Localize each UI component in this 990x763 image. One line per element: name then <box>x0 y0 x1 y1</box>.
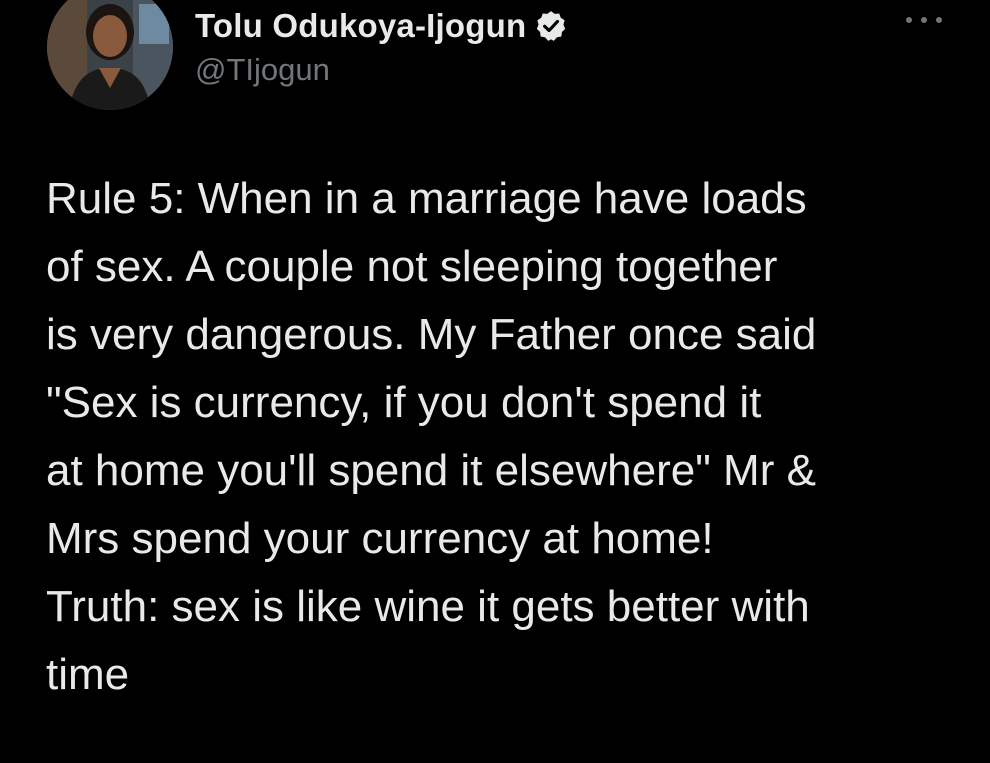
tweet-text: Rule 5: When in a marriage have loads of… <box>46 165 966 709</box>
tweet-text-line: Rule 5: When in a marriage have loads <box>46 174 807 223</box>
author-name-row: Tolu Odukoya-Ijogun <box>195 2 915 50</box>
tweet-text-line: Truth: sex is like wine it gets better w… <box>46 582 810 631</box>
tweet-text-line: of sex. A couple not sleeping together <box>46 242 778 291</box>
more-options-dot <box>906 17 912 23</box>
tweet-text-line: at home you'll spend it elsewhere" Mr & <box>46 446 816 495</box>
more-options-dot <box>921 17 927 23</box>
more-options-icon[interactable] <box>906 12 942 28</box>
tweet-text-line: time <box>46 650 130 699</box>
tweet-text-line: is very dangerous. My Father once said <box>46 310 817 359</box>
tweet-header: Tolu Odukoya-Ijogun @TIjogun <box>195 2 915 88</box>
verified-badge-icon <box>534 9 568 43</box>
author-display-name[interactable]: Tolu Odukoya-Ijogun <box>195 7 526 45</box>
author-handle[interactable]: @TIjogun <box>195 52 915 88</box>
tweet-text-line: "Sex is currency, if you don't spend it <box>46 378 762 427</box>
tweet-text-line: Mrs spend your currency at home! <box>46 514 714 563</box>
avatar-image <box>47 0 173 110</box>
author-avatar[interactable] <box>47 0 173 110</box>
tweet-card: Tolu Odukoya-Ijogun @TIjogun Rule 5: Whe… <box>0 0 990 763</box>
more-options-dot <box>936 17 942 23</box>
